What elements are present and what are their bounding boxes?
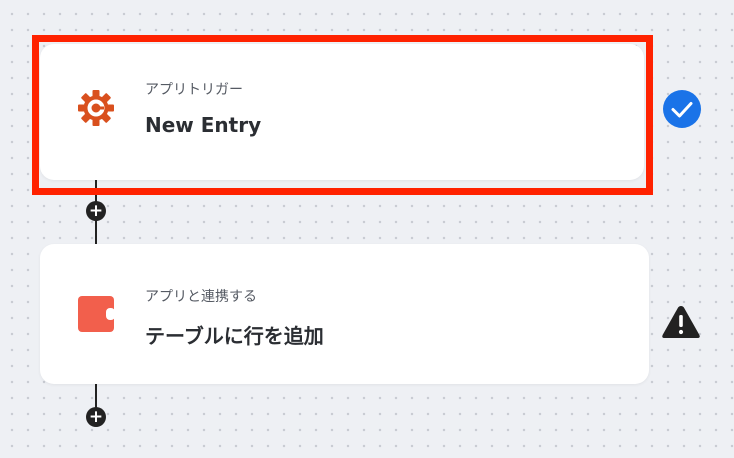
add-step-button[interactable]: + (86, 407, 106, 427)
action-step-card[interactable]: アプリと連携する テーブルに行を追加 (40, 244, 649, 384)
workflow-canvas: + + アプリトリガー New Entry アプリと連携する テーブルに行を追加 (0, 0, 734, 458)
coda-icon (78, 296, 114, 332)
check-circle-icon (663, 90, 701, 128)
warning-triangle-icon (662, 306, 700, 338)
step-title: テーブルに行を追加 (145, 324, 324, 348)
step-title: New Entry (145, 113, 262, 137)
add-step-button[interactable]: + (86, 201, 106, 221)
cognito-gear-icon (78, 90, 114, 126)
step-category-label: アプリと連携する (145, 289, 257, 305)
step-category-label: アプリトリガー (145, 82, 243, 98)
trigger-step-card[interactable]: アプリトリガー New Entry (40, 44, 644, 180)
